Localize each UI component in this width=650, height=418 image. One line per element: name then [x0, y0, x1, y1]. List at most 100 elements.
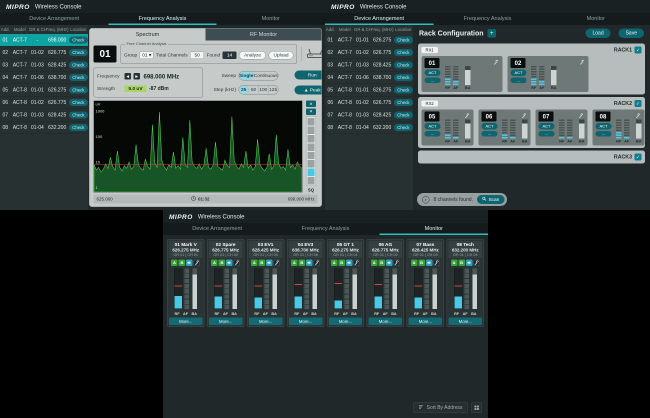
tab-device-arrangement[interactable]: Device Arrangement — [0, 13, 108, 25]
more-options-button[interactable]: ... — [482, 131, 498, 137]
squelch-up-button[interactable]: ▲ — [306, 101, 316, 108]
rack-rx-tag[interactable]: RX2 — [422, 101, 438, 107]
speaker-button[interactable] — [186, 260, 193, 267]
more-options-button[interactable]: ... — [511, 78, 527, 84]
table-row[interactable]: 03ACT-701-03628.425Check — [0, 59, 88, 72]
antenna-a-button[interactable]: A — [451, 260, 458, 267]
tab-monitor[interactable]: Monitor — [217, 13, 325, 25]
antenna-b-button[interactable]: B — [179, 260, 186, 267]
squelch-down-button[interactable]: ▼ — [306, 109, 316, 116]
peak-up-button[interactable]: ▲ Peak — [294, 86, 322, 95]
more-button[interactable]: More... — [449, 318, 482, 326]
speaker-button[interactable] — [426, 260, 433, 267]
more-button[interactable]: More... — [329, 318, 362, 326]
wrench-button[interactable] — [433, 260, 440, 267]
antenna-b-button[interactable]: B — [299, 260, 306, 267]
antenna-b-button[interactable]: B — [458, 260, 465, 267]
check-button[interactable]: Check — [394, 62, 413, 69]
table-row[interactable]: 02ACT-701-02626.775Check — [325, 47, 413, 60]
sweep-option-continuous[interactable]: Continuous — [254, 71, 278, 80]
group-select[interactable]: 01 ▾ — [140, 51, 154, 59]
more-button[interactable]: More... — [289, 318, 322, 326]
tab-frequency-analysis[interactable]: Frequency Analysis — [271, 223, 379, 235]
tab-device-arrangement[interactable]: Device Arrangement — [163, 223, 271, 235]
check-button[interactable]: Check — [69, 74, 88, 81]
check-button[interactable]: Check — [394, 99, 413, 106]
upload-button[interactable]: Upload — [269, 51, 294, 60]
table-row[interactable]: 07ACT-801-03628.425Check — [325, 109, 413, 122]
load-button[interactable]: Load — [585, 28, 610, 38]
table-row[interactable]: 05ACT-801-01626.275Check — [325, 84, 413, 97]
table-row[interactable]: 06ACT-801-02626.775Check — [0, 97, 88, 110]
more-options-button[interactable]: ... — [425, 78, 441, 84]
wrench-button[interactable] — [234, 260, 241, 267]
antenna-b-button[interactable]: B — [378, 260, 385, 267]
wrench-button[interactable] — [393, 260, 400, 267]
speaker-button[interactable] — [346, 260, 353, 267]
antenna-a-button[interactable]: A — [251, 260, 258, 267]
act-button[interactable]: ACT — [511, 70, 527, 77]
act-button[interactable]: ACT — [596, 123, 612, 130]
antenna-a-button[interactable]: A — [291, 260, 298, 267]
check-button[interactable]: Check — [394, 87, 413, 94]
antenna-a-button[interactable]: A — [171, 260, 178, 267]
device-card-08[interactable]: 08ACT...RFAFBA — [593, 110, 645, 146]
more-options-button[interactable]: ... — [425, 131, 441, 137]
table-row[interactable]: 08ACT-801-04632.200Check — [325, 122, 413, 135]
more-button[interactable]: More... — [369, 318, 402, 326]
rack-rx-tag[interactable]: RX1 — [422, 47, 438, 53]
act-button[interactable]: ACT — [425, 70, 441, 77]
device-card-07[interactable]: 07ACT...RFAFBA — [536, 110, 588, 146]
tab-frequency-analysis[interactable]: Frequency Analysis — [108, 13, 216, 25]
frequency-next-button[interactable]: ▶ — [134, 73, 141, 80]
check-button[interactable]: Check — [69, 112, 88, 119]
tab-monitor[interactable]: Monitor — [380, 223, 488, 235]
antenna-a-button[interactable]: A — [411, 260, 418, 267]
analyze-button[interactable]: Analyze — [239, 51, 266, 60]
run-button[interactable]: Run — [294, 71, 322, 80]
rack-checkbox[interactable]: ✓ — [635, 47, 642, 54]
more-button[interactable]: More... — [169, 318, 202, 326]
speaker-button[interactable] — [306, 260, 313, 267]
check-button[interactable]: Check — [394, 124, 413, 131]
tab-monitor[interactable]: Monitor — [542, 13, 650, 25]
device-card-06[interactable]: 06ACT...RFAFBA — [479, 110, 531, 146]
wrench-button[interactable] — [314, 260, 321, 267]
table-row[interactable]: 05ACT-801-01626.275Check — [0, 84, 88, 97]
table-row[interactable]: 01ACT-7-698.000Check — [0, 34, 88, 47]
check-button[interactable]: Check — [394, 37, 413, 44]
table-row[interactable]: 06ACT-801-02626.775Check — [325, 97, 413, 110]
antenna-b-button[interactable]: B — [259, 260, 266, 267]
table-row[interactable]: 07ACT-801-03628.425Check — [0, 109, 88, 122]
scan-button[interactable]: Scan — [477, 195, 504, 204]
speaker-button[interactable] — [466, 260, 473, 267]
act-button[interactable]: ACT — [539, 123, 555, 130]
sort-by-address-button[interactable]: Sort By Address — [413, 402, 468, 413]
table-row[interactable]: 04ACT-701-06638.700Check — [325, 72, 413, 85]
act-button[interactable]: ACT — [482, 123, 498, 130]
tab-frequency-analysis[interactable]: Frequency Analysis — [433, 13, 541, 25]
rack-checkbox[interactable]: ✓ — [635, 154, 642, 161]
more-button[interactable]: More... — [409, 318, 442, 326]
sweep-option-single[interactable]: Single — [239, 71, 254, 80]
antenna-a-button[interactable]: A — [331, 260, 338, 267]
table-row[interactable]: 04ACT-701-06638.700Check — [0, 72, 88, 85]
frequency-prev-button[interactable]: ◀ — [125, 73, 132, 80]
grid-view-button[interactable] — [471, 402, 482, 413]
tab-spectrum[interactable]: Spectrum — [90, 29, 206, 41]
more-options-button[interactable]: ... — [539, 131, 555, 137]
check-button[interactable]: Check — [394, 112, 413, 119]
squelch-level-bar[interactable] — [306, 117, 316, 187]
more-button[interactable]: More... — [209, 318, 242, 326]
device-card-01[interactable]: 01ACT...RFAFBA — [422, 56, 503, 92]
tab-device-arrangement[interactable]: Device Arrangement — [325, 13, 433, 25]
speaker-button[interactable] — [386, 260, 393, 267]
rack-checkbox[interactable]: ✓ — [635, 100, 642, 107]
check-button[interactable]: Check — [69, 87, 88, 94]
check-button[interactable]: Check — [394, 74, 413, 81]
wrench-button[interactable] — [473, 260, 480, 267]
check-button[interactable]: Check — [69, 99, 88, 106]
step-option-50[interactable]: 50 — [249, 85, 259, 94]
device-card-05[interactable]: 05ACT...RFAFBA — [422, 110, 474, 146]
antenna-a-button[interactable]: A — [211, 260, 218, 267]
